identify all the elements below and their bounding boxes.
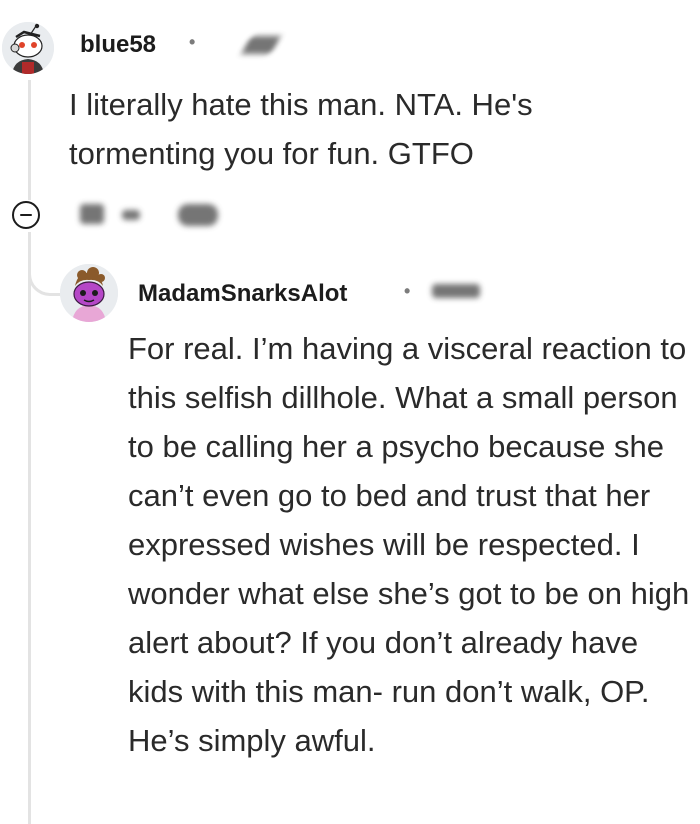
- redacted-timestamp: [240, 36, 282, 54]
- redacted-vote-count: [122, 210, 140, 220]
- meta-separator: •: [404, 281, 411, 301]
- snoo-avatar-icon: [2, 22, 54, 74]
- reply-connector: [28, 250, 60, 296]
- comment-body: I literally hate this man. NTA. He's tor…: [69, 87, 533, 171]
- collapse-icon: [20, 213, 32, 217]
- username[interactable]: MadamSnarksAlot: [138, 280, 347, 308]
- collapse-button[interactable]: [12, 201, 40, 229]
- meta-separator: •: [189, 32, 196, 52]
- username[interactable]: blue58: [80, 31, 156, 59]
- redacted-reply-icon: [178, 204, 218, 226]
- avatar[interactable]: [2, 22, 54, 74]
- redacted-timestamp: [432, 284, 480, 298]
- avatar[interactable]: [60, 264, 118, 322]
- redacted-vote-score: [80, 204, 104, 224]
- thread-line-parent: [28, 80, 31, 200]
- thread-line-reply: [28, 232, 31, 824]
- snoo-avatar-icon: [60, 264, 118, 322]
- comment-body: For real. I’m having a visceral reaction…: [128, 331, 690, 758]
